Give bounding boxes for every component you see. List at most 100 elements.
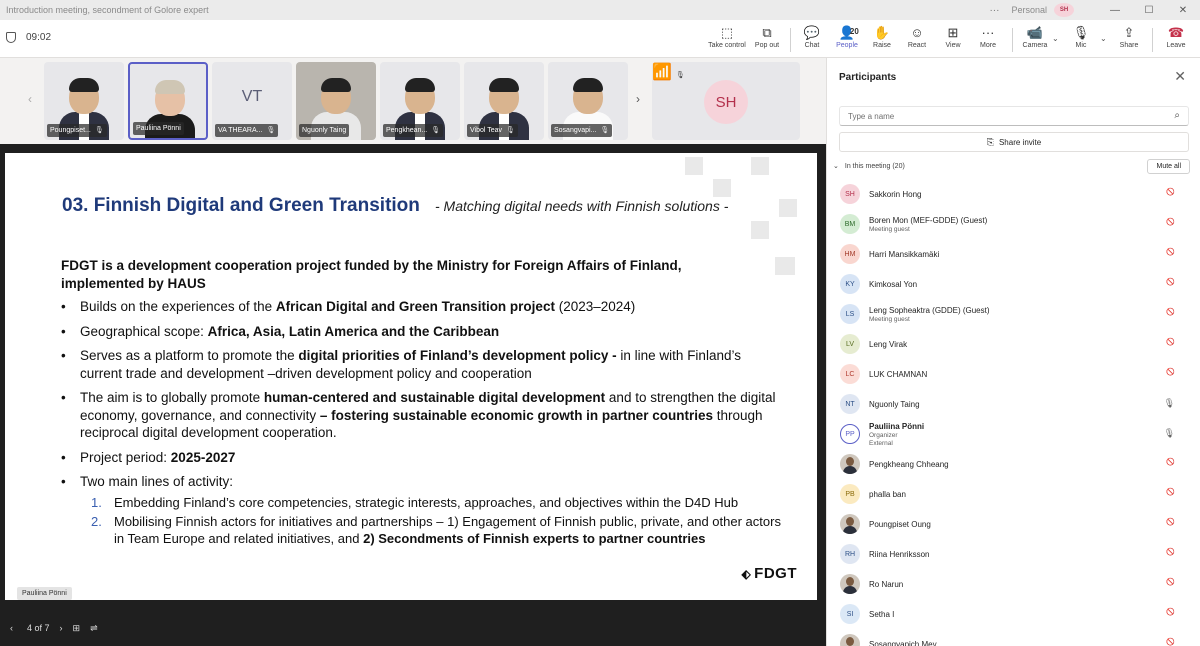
- participant-name: Pengkheang Chheang: [869, 459, 949, 469]
- participant-row[interactable]: SI Setha I 🚫: [837, 599, 1193, 629]
- raise-hand-button[interactable]: ✋ Raise: [870, 25, 894, 55]
- bullet-item: • Builds on the experiences of the Africa…: [61, 299, 636, 314]
- video-tile-pengkhean[interactable]: Pengkhean... 🎙: [380, 62, 460, 140]
- participant-row[interactable]: PP Pauliina Pönni Organizer External 🎙: [837, 419, 1193, 449]
- participants-panel: Participants ✕ Type a name ⌕ ⎘ Share inv…: [826, 58, 1200, 646]
- minimize-icon[interactable]: —: [1098, 5, 1132, 16]
- share-icon: ⇪: [1123, 25, 1135, 40]
- participant-row[interactable]: PB phalla ban 🚫: [837, 479, 1193, 509]
- bullet-item: • Geographical scope: Africa, Asia, Latin…: [61, 323, 500, 339]
- take-control-button[interactable]: ⬚ Take control: [708, 25, 746, 55]
- tile-initials: VT: [241, 88, 263, 105]
- participant-avatar: SH: [840, 184, 860, 204]
- close-window-icon[interactable]: ✕: [1166, 5, 1200, 16]
- participant-avatar: LV: [840, 334, 860, 354]
- more-icon: ···: [981, 25, 995, 40]
- strip-next-chevron-icon[interactable]: ›: [636, 92, 640, 106]
- signal-icon: 📶: [652, 64, 672, 81]
- video-strip: ‹ Poungpiset... 🎙 Pauliina Pönni VT VA TH…: [0, 58, 826, 144]
- mic-muted-icon: 🎙: [431, 127, 441, 134]
- chat-button[interactable]: 💬 Chat: [800, 25, 824, 55]
- view-button[interactable]: ⊞ View: [940, 25, 966, 55]
- camera-options-chevron-icon[interactable]: ⌄: [1052, 34, 1059, 43]
- tile-name-pill: Vibol Teav 🎙: [467, 124, 518, 137]
- people-button[interactable]: 👤 20 People: [832, 25, 862, 55]
- prev-slide-chevron-icon[interactable]: ‹: [10, 623, 13, 633]
- react-button[interactable]: ☺ React: [904, 25, 930, 55]
- mic-muted-icon: 🚫: [1166, 309, 1175, 316]
- participant-row[interactable]: LV Leng Virak 🚫: [837, 329, 1193, 359]
- participant-name: Kimkosal Yon: [869, 279, 918, 289]
- profile-label[interactable]: Personal: [1007, 5, 1051, 15]
- participant-role: Organizer: [869, 431, 898, 439]
- mic-muted-icon: 🚫: [1166, 549, 1175, 556]
- participant-name: Nguonly Taing: [869, 399, 920, 409]
- bullet-item: • Two main lines of activity:: [61, 474, 234, 489]
- video-tile-vibol[interactable]: Vibol Teav 🎙: [464, 62, 544, 140]
- mic-options-chevron-icon[interactable]: ⌄: [1100, 34, 1107, 43]
- mic-muted-icon: 🚫: [1166, 219, 1175, 226]
- raise-hand-icon: ✋: [873, 25, 891, 40]
- next-slide-chevron-icon[interactable]: ›: [60, 623, 63, 633]
- panel-title: Participants: [839, 72, 897, 83]
- camera-button[interactable]: 📹 Camera: [1020, 25, 1050, 55]
- video-tile-pauliina[interactable]: Pauliina Pönni: [128, 62, 208, 140]
- participant-row[interactable]: HM Harri Mansikkamäki 🚫: [837, 239, 1193, 269]
- grid-view-icon[interactable]: ⊞: [73, 623, 81, 634]
- video-tile-nguonly[interactable]: Nguonly Taing: [296, 62, 376, 140]
- video-tile-va-theara[interactable]: VT VA THEARA... 🎙: [212, 62, 292, 140]
- participant-row[interactable]: KY Kimkosal Yon 🚫: [837, 269, 1193, 299]
- tile-name-pill: Sosangvapi... 🎙: [551, 124, 613, 137]
- mute-all-button[interactable]: Mute all: [1147, 159, 1190, 174]
- maximize-icon[interactable]: ☐: [1132, 5, 1166, 16]
- slide-bullets: • Builds on the experiences of the Africa…: [61, 298, 781, 549]
- more-options-icon[interactable]: ···: [981, 5, 1007, 16]
- in-meeting-section-header[interactable]: ⌄ In this meeting (20): [833, 162, 905, 171]
- slide-settings-icon[interactable]: ⇌: [90, 623, 98, 634]
- participant-row[interactable]: SH Sakkorin Hong 🚫: [837, 179, 1193, 209]
- more-button[interactable]: ··· More: [974, 25, 1002, 55]
- participant-row[interactable]: Pengkheang Chheang 🚫: [837, 449, 1193, 479]
- mic-muted-icon: 🚫: [1166, 189, 1175, 196]
- self-video-tile[interactable]: SH 📶 🎙: [652, 62, 800, 140]
- participant-name: Harri Mansikkamäki: [869, 249, 940, 259]
- mic-muted-icon: 🎙: [266, 127, 276, 134]
- participant-avatar: NT: [840, 394, 860, 414]
- participant-row[interactable]: Poungpiset Oung 🚫: [837, 509, 1193, 539]
- tile-name-pill: Pauliina Pönni: [133, 122, 184, 135]
- participant-row[interactable]: LS Leng Sopheaktra (GDDE) (Guest) Meeting …: [837, 299, 1193, 329]
- video-tile-poungpiset[interactable]: Poungpiset... 🎙: [44, 62, 124, 140]
- tile-name-pill: Pengkhean... 🎙: [383, 124, 444, 137]
- participant-row[interactable]: NT Nguonly Taing 🎙: [837, 389, 1193, 419]
- video-tile-sosangvapich[interactable]: Sosangvapi... 🎙: [548, 62, 628, 140]
- strip-prev-chevron-icon[interactable]: ‹: [28, 92, 32, 106]
- participant-row[interactable]: BM Boren Mon (MEF-GDDE) (Guest) Meeting gu…: [837, 209, 1193, 239]
- participant-row[interactable]: Sosangvapich Mey 🚫: [837, 629, 1193, 646]
- close-icon[interactable]: ✕: [1174, 68, 1186, 85]
- participant-avatar: [840, 574, 860, 594]
- participant-search-input[interactable]: Type a name ⌕: [839, 106, 1189, 126]
- window-title: Introduction meeting, secondment of Golo…: [6, 5, 209, 15]
- leave-button[interactable]: ☎ Leave: [1162, 25, 1190, 55]
- meeting-toolbar: 09:02 ⬚ Take control ⧉ Pop out 💬 Chat 👤 2…: [0, 20, 1200, 58]
- presenter-name-tag: Pauliina Pönni: [17, 587, 72, 600]
- numbered-list: 1. Embedding Finland’s core competencies,…: [61, 494, 781, 547]
- participant-row[interactable]: Ro Narun 🚫: [837, 569, 1193, 599]
- chevron-down-icon: ⌄: [833, 163, 839, 170]
- participant-row[interactable]: LC LUK CHAMNAN 🚫: [837, 359, 1193, 389]
- profile-avatar[interactable]: SH: [1054, 3, 1074, 17]
- participant-name: Setha I: [869, 609, 895, 619]
- pop-out-button[interactable]: ⧉ Pop out: [752, 25, 782, 55]
- share-button[interactable]: ⇪ Share: [1116, 25, 1142, 55]
- slide-navigation: ‹ 4 of 7 › ⊞ ⇌: [0, 614, 826, 642]
- camera-icon: 📹: [1026, 25, 1044, 40]
- mic-muted-icon: 🎙: [600, 127, 610, 134]
- participant-row[interactable]: RH Riina Henriksson 🚫: [837, 539, 1193, 569]
- participant-avatar: BM: [840, 214, 860, 234]
- mic-muted-icon: 🚫: [1166, 609, 1175, 616]
- mic-button[interactable]: 🎙 Mic: [1068, 25, 1094, 55]
- share-invite-button[interactable]: ⎘ Share invite: [839, 132, 1189, 152]
- participant-role: Meeting guest: [869, 225, 910, 233]
- mic-muted-icon: 🚫: [1166, 639, 1175, 646]
- participant-name: Leng Sopheaktra (GDDE) (Guest): [869, 305, 990, 315]
